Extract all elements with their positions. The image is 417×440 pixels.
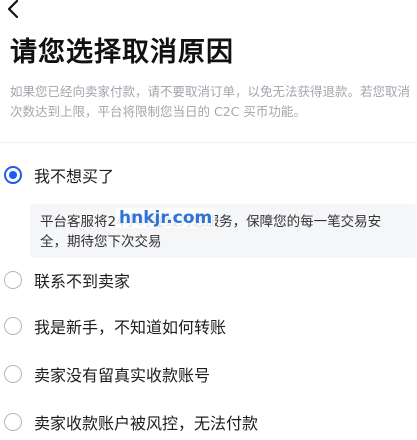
reason-option-new-user[interactable]: 我是新手，不知道如何转账 — [4, 314, 404, 338]
reason-explanation-panel: 平台客服将24小时在线为您服务，保障您的每一笔交易安全，期待您下次交易 — [30, 204, 416, 258]
reason-option-no-longer-want[interactable]: 我不想买了 — [4, 163, 404, 187]
reason-option-cannot-contact-seller[interactable]: 联系不到卖家 — [4, 268, 404, 292]
reason-option-label: 联系不到卖家 — [34, 272, 131, 291]
back-button[interactable] — [6, 0, 24, 20]
page-title: 请您选择取消原因 — [10, 37, 234, 68]
radio-unchecked-icon[interactable] — [4, 365, 22, 383]
chevron-left-icon — [6, 0, 24, 18]
reason-option-label: 卖家收款账户被风控，无法付款 — [34, 414, 259, 433]
radio-unchecked-icon[interactable] — [4, 271, 22, 289]
watermark: hnkjr.com — [116, 208, 216, 228]
radio-unchecked-icon[interactable] — [4, 317, 22, 335]
cancel-warning-notice: 如果您已经向卖家付款，请不要取消订单，以免无法获得退款。若您取消次数达到上限，平… — [10, 84, 411, 119]
reason-option-label: 我不想买了 — [34, 167, 115, 186]
radio-unchecked-icon[interactable] — [4, 413, 22, 431]
radio-checked-icon[interactable] — [4, 166, 22, 184]
reason-option-label: 我是新手，不知道如何转账 — [34, 318, 227, 337]
reason-option-account-risk-controlled[interactable]: 卖家收款账户被风控，无法付款 — [4, 410, 404, 434]
reason-option-label: 卖家没有留真实收款账号 — [34, 366, 211, 385]
divider — [0, 142, 417, 143]
reason-option-no-real-account[interactable]: 卖家没有留真实收款账号 — [4, 362, 404, 386]
